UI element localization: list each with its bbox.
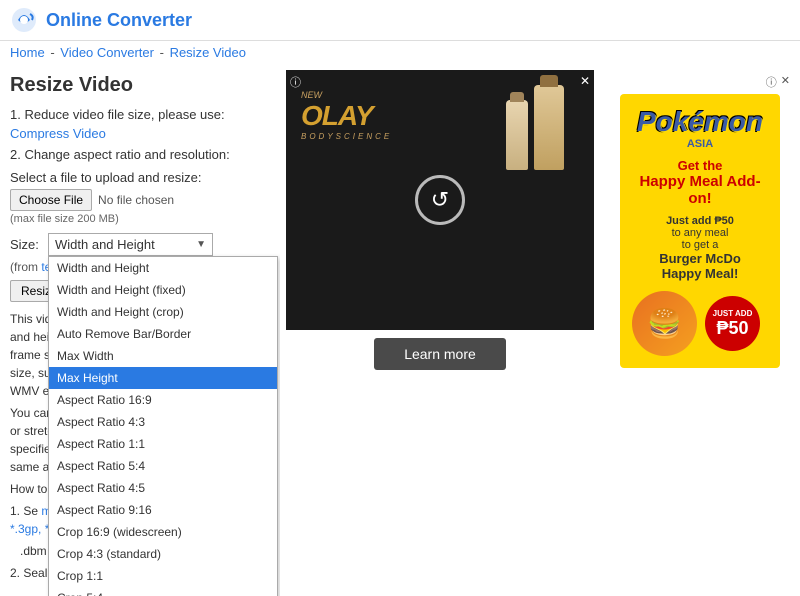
dropdown-item-ar-5-4[interactable]: Aspect Ratio 5:4	[49, 455, 277, 477]
left-panel: Resize Video 1. Reduce video file size, …	[0, 64, 280, 596]
dropdown-item-ar-1-1[interactable]: Aspect Ratio 1:1	[49, 433, 277, 455]
badge-price-text: ₱50	[716, 318, 748, 339]
badge-just-add-text: JUST ADD	[713, 309, 753, 318]
ad-sub: BODYSCIENCE	[301, 132, 392, 141]
file-name-display: No file chosen	[98, 193, 174, 207]
page-title: Resize Video	[10, 74, 270, 97]
right-ad-controls: ⓘ ✕	[610, 74, 790, 90]
size-row: Size: Width and Height ▼ Width and Heigh…	[10, 233, 270, 256]
logo-icon	[10, 6, 38, 34]
main-content: Resize Video 1. Reduce video file size, …	[0, 64, 800, 596]
close-icon[interactable]: ✕	[580, 74, 590, 88]
choose-file-button[interactable]: Choose File	[10, 189, 92, 211]
mcdo-image-row: 🍔 JUST ADD ₱50	[632, 291, 768, 356]
ad-new-label: NEW OLAY BODYSCIENCE	[301, 90, 392, 141]
right-ad-panel: ⓘ ✕ Pokémon ASIA Get the Happy Meal Add-…	[600, 64, 800, 596]
right-ad-info-icon: ⓘ	[766, 74, 777, 90]
max-size-note: (max file size 200 MB)	[10, 213, 270, 225]
just-add-text: Just add ₱50	[632, 215, 768, 227]
mcdo-icon: 🍔	[647, 307, 682, 340]
dropdown-item-crop-5-4[interactable]: Crop 5:4	[49, 587, 277, 596]
breadcrumb-home[interactable]: Home	[10, 45, 45, 60]
dropdown-item-ar-9-16[interactable]: Aspect Ratio 9:16	[49, 499, 277, 521]
step2-text: 2. Change aspect ratio and resolution:	[10, 147, 270, 162]
compress-video-link[interactable]: Compress Video	[10, 126, 106, 141]
dropdown-item-width-height-fixed[interactable]: Width and Height (fixed)	[49, 279, 277, 301]
get-text: Get the	[632, 158, 768, 173]
just-add-badge: JUST ADD ₱50	[705, 296, 760, 351]
pokemon-asia: ASIA	[632, 138, 768, 150]
file-section: Select a file to upload and resize: Choo…	[10, 170, 270, 225]
dropdown-item-width-height[interactable]: Width and Height	[49, 257, 277, 279]
breadcrumb-sep2: -	[160, 45, 168, 60]
to-any-meal-text: to any meal	[632, 227, 768, 239]
header: Online Converter	[0, 0, 800, 41]
ad-info-icon: ⓘ	[290, 74, 301, 90]
ad-product-bottles	[506, 85, 564, 170]
file-row: Choose File No file chosen	[10, 189, 270, 211]
right-ad-close-icon[interactable]: ✕	[781, 74, 790, 87]
breadcrumb-resize-video[interactable]: Resize Video	[170, 45, 246, 60]
mcdo-character: 🍔	[632, 291, 697, 356]
dropdown-selected: Width and Height	[55, 237, 155, 252]
dropdown-item-crop-16-9[interactable]: Crop 16:9 (widescreen)	[49, 521, 277, 543]
dropdown-item-auto-remove[interactable]: Auto Remove Bar/Border	[49, 323, 277, 345]
step1-text: 1. Reduce video file size, please use:	[10, 107, 270, 122]
dropdown-item-width-height-crop[interactable]: Width and Height (crop)	[49, 301, 277, 323]
center-ad-panel: ⓘ ✕ NEW OLAY BODYSCIENCE	[280, 64, 600, 596]
dropdown-item-max-height[interactable]: Max Height	[49, 367, 277, 389]
to-get-text: to get a	[632, 239, 768, 251]
dropdown-item-crop-4-3[interactable]: Crop 4:3 (standard)	[49, 543, 277, 565]
breadcrumb: Home - Video Converter - Resize Video	[0, 41, 800, 64]
dropdown-item-ar-4-5[interactable]: Aspect Ratio 4:5	[49, 477, 277, 499]
happy-meal2-text: Happy Meal!	[632, 266, 768, 281]
size-dropdown[interactable]: Width and Height ▼ Width and Height Widt…	[48, 233, 213, 256]
size-label: Size:	[10, 237, 42, 252]
happy-meal-text: Happy Meal Add-on!	[632, 173, 768, 207]
width-hint: (from	[10, 260, 41, 274]
site-title: Online Converter	[46, 10, 192, 31]
breadcrumb-video-converter[interactable]: Video Converter	[60, 45, 154, 60]
file-label: Select a file to upload and resize:	[10, 170, 270, 185]
chevron-down-icon: ▼	[196, 239, 206, 250]
ad-brand: OLAY	[301, 100, 392, 132]
learn-more-button[interactable]: Learn more	[374, 338, 506, 370]
dropdown-menu: Width and Height Width and Height (fixed…	[48, 256, 278, 596]
dropdown-item-crop-1-1[interactable]: Crop 1:1	[49, 565, 277, 587]
center-ad-box: ⓘ ✕ NEW OLAY BODYSCIENCE	[286, 70, 594, 330]
burger-mcdo-text: Burger McDo	[632, 251, 768, 266]
dropdown-item-max-width[interactable]: Max Width	[49, 345, 277, 367]
dropdown-item-ar-16-9[interactable]: Aspect Ratio 16:9	[49, 389, 277, 411]
replay-icon[interactable]: ↺	[415, 175, 465, 225]
breadcrumb-sep1: -	[50, 45, 58, 60]
dropdown-item-ar-4-3[interactable]: Aspect Ratio 4:3	[49, 411, 277, 433]
right-ad-box: Pokémon ASIA Get the Happy Meal Add-on! …	[620, 94, 780, 368]
pokemon-logo: Pokémon	[632, 106, 768, 138]
dropdown-trigger[interactable]: Width and Height ▼	[48, 233, 213, 256]
